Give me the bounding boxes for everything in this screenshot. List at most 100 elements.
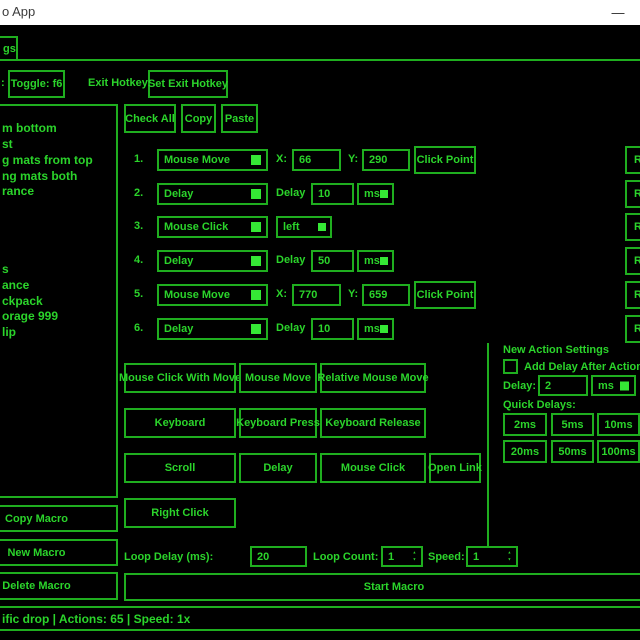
remove-action-button[interactable]: R bbox=[625, 281, 640, 309]
new-action-settings-heading: New Action Settings bbox=[503, 344, 609, 356]
remove-action-button[interactable]: R bbox=[625, 315, 640, 343]
quick-delay-10ms-button[interactable]: 10ms bbox=[597, 413, 640, 436]
quick-delay-20ms-button[interactable]: 20ms bbox=[503, 440, 547, 463]
spinner-down-icon[interactable]: ▼ bbox=[508, 558, 512, 562]
action-type-value: Delay bbox=[164, 188, 193, 200]
macro-list-item[interactable]: s bbox=[2, 262, 9, 276]
settings-delay-label: Delay: bbox=[503, 380, 536, 392]
mouse-button-select[interactable]: left bbox=[276, 216, 332, 238]
remove-action-button[interactable]: R bbox=[625, 213, 640, 241]
macro-list-item[interactable]: m bottom bbox=[2, 121, 57, 135]
click-point-button[interactable]: Click Point bbox=[414, 281, 476, 309]
spinner-up-icon[interactable]: ▲ bbox=[413, 551, 417, 555]
settings-delay-input[interactable]: 2 bbox=[538, 375, 588, 396]
macro-list-item[interactable]: rance bbox=[2, 184, 34, 198]
toggle-hotkey-label: : bbox=[1, 77, 5, 89]
dropdown-arrow-icon bbox=[251, 189, 261, 199]
remove-action-button[interactable]: R bbox=[625, 180, 640, 208]
palette-scroll-button[interactable]: Scroll bbox=[124, 453, 236, 483]
quick-delay-50ms-button[interactable]: 50ms bbox=[551, 440, 594, 463]
macro-list-item[interactable]: ng mats both bbox=[2, 169, 77, 183]
y-label: Y: bbox=[348, 288, 358, 300]
palette-keyboard-release-button[interactable]: Keyboard Release bbox=[320, 408, 426, 438]
delay-unit-select[interactable]: ms bbox=[357, 250, 394, 272]
quick-delay-5ms-button[interactable]: 5ms bbox=[551, 413, 594, 436]
copy-macro-button[interactable]: Copy Macro bbox=[0, 505, 118, 532]
window-title: o App bbox=[2, 4, 35, 19]
dropdown-arrow-icon bbox=[251, 222, 261, 232]
palette-relative-mouse-move-button[interactable]: Relative Mouse Move bbox=[320, 363, 426, 393]
macro-list-item[interactable]: ance bbox=[2, 278, 29, 292]
quick-delay-2ms-button[interactable]: 2ms bbox=[503, 413, 547, 436]
macro-list-item[interactable]: orage 999 bbox=[2, 309, 58, 323]
unit-value: ms bbox=[364, 323, 380, 335]
x-input[interactable]: 770 bbox=[292, 284, 341, 306]
minimize-icon: — bbox=[612, 5, 625, 20]
spinner-down-icon[interactable]: ▼ bbox=[413, 558, 417, 562]
palette-mouse-click-with-move-button[interactable]: Mouse Click With Move bbox=[124, 363, 236, 393]
dropdown-arrow-icon bbox=[318, 223, 326, 231]
tabstrip-divider bbox=[0, 59, 640, 61]
action-type-value: Delay bbox=[164, 255, 193, 267]
macro-list-item[interactable]: st bbox=[2, 137, 13, 151]
palette-mouse-click-button[interactable]: Mouse Click bbox=[320, 453, 426, 483]
tab-settings[interactable]: gs bbox=[0, 36, 18, 61]
delay-unit-select[interactable]: ms bbox=[357, 318, 394, 340]
action-type-select[interactable]: Mouse Move bbox=[157, 284, 268, 306]
delay-input[interactable]: 10 bbox=[311, 318, 354, 340]
palette-mouse-move-button[interactable]: Mouse Move bbox=[239, 363, 317, 393]
y-label: Y: bbox=[348, 153, 358, 165]
loop-delay-input[interactable]: 20 bbox=[250, 546, 307, 567]
action-row-number: 4. bbox=[134, 254, 143, 266]
add-delay-checkbox[interactable] bbox=[503, 359, 518, 374]
action-type-select[interactable]: Mouse Click bbox=[157, 216, 268, 238]
palette-delay-button[interactable]: Delay bbox=[239, 453, 317, 483]
loop-count-stepper[interactable]: 1 ▲ ▼ bbox=[381, 546, 423, 567]
loop-count-label: Loop Count: bbox=[313, 551, 378, 563]
delete-macro-button[interactable]: Delete Macro bbox=[0, 572, 118, 600]
copy-button[interactable]: Copy bbox=[181, 104, 216, 133]
macro-list-item[interactable]: g mats from top bbox=[2, 153, 93, 167]
paste-button[interactable]: Paste bbox=[221, 104, 258, 133]
start-macro-button[interactable]: Start Macro bbox=[124, 573, 640, 601]
y-input[interactable]: 659 bbox=[362, 284, 410, 306]
remove-action-button[interactable]: R bbox=[625, 247, 640, 275]
action-type-select[interactable]: Delay bbox=[157, 318, 268, 340]
dropdown-arrow-icon bbox=[380, 325, 388, 333]
palette-right-click-button[interactable]: Right Click bbox=[124, 498, 236, 528]
palette-keyboard-button[interactable]: Keyboard bbox=[124, 408, 236, 438]
delay-input[interactable]: 10 bbox=[311, 183, 354, 205]
loop-count-value: 1 bbox=[388, 551, 394, 563]
quick-delay-100ms-button[interactable]: 100ms bbox=[597, 440, 640, 463]
toggle-hotkey-button[interactable]: Toggle: f6 bbox=[8, 70, 65, 98]
y-input[interactable]: 290 bbox=[362, 149, 410, 171]
dropdown-arrow-icon bbox=[380, 190, 388, 198]
settings-unit-select[interactable]: ms bbox=[591, 375, 636, 396]
x-input[interactable]: 66 bbox=[292, 149, 341, 171]
macro-list-item[interactable]: ckpack bbox=[2, 294, 43, 308]
action-row-number: 1. bbox=[134, 153, 143, 165]
click-point-button[interactable]: Click Point bbox=[414, 146, 476, 174]
action-type-select[interactable]: Delay bbox=[157, 183, 268, 205]
loop-delay-label: Loop Delay (ms): bbox=[124, 551, 213, 563]
unit-value: ms bbox=[364, 255, 380, 267]
delay-input[interactable]: 50 bbox=[311, 250, 354, 272]
action-row-number: 3. bbox=[134, 220, 143, 232]
macro-list-item[interactable]: lip bbox=[2, 325, 16, 339]
x-label: X: bbox=[276, 153, 287, 165]
action-type-select[interactable]: Mouse Move bbox=[157, 149, 268, 171]
new-macro-button[interactable]: New Macro bbox=[0, 539, 118, 566]
remove-action-button[interactable]: R bbox=[625, 146, 640, 174]
check-all-button[interactable]: Check All bbox=[124, 104, 176, 133]
dropdown-arrow-icon bbox=[251, 155, 261, 165]
delay-unit-select[interactable]: ms bbox=[357, 183, 394, 205]
dropdown-arrow-icon bbox=[251, 256, 261, 266]
set-exit-hotkey-button[interactable]: Set Exit Hotkey bbox=[148, 70, 228, 98]
action-type-select[interactable]: Delay bbox=[157, 250, 268, 272]
palette-open-link-button[interactable]: Open Link bbox=[429, 453, 481, 483]
spinner-up-icon[interactable]: ▲ bbox=[508, 551, 512, 555]
palette-keyboard-press-button[interactable]: Keyboard Press bbox=[239, 408, 317, 438]
unit-value: ms bbox=[364, 188, 380, 200]
minimize-button[interactable]: — bbox=[600, 2, 636, 23]
speed-stepper[interactable]: 1 ▲▼ bbox=[466, 546, 518, 567]
